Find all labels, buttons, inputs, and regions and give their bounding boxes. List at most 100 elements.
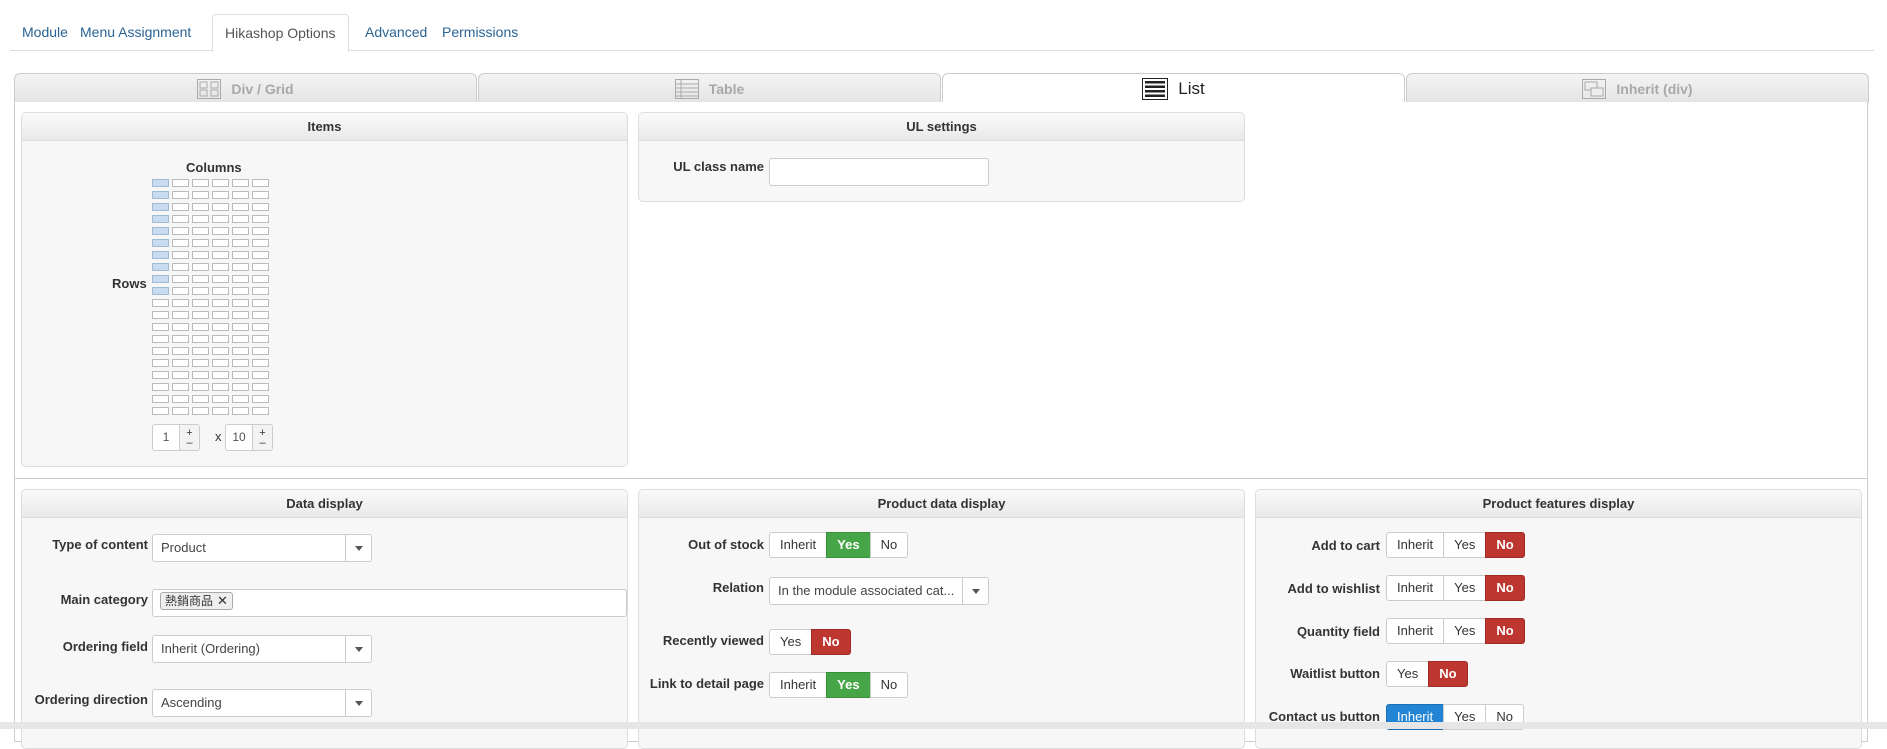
grid-cell[interactable] [172, 227, 189, 235]
grid-cell[interactable] [192, 347, 209, 355]
grid-cell[interactable] [192, 335, 209, 343]
grid-cell[interactable] [152, 287, 169, 295]
grid-cell[interactable] [232, 383, 249, 391]
chevron-down-icon[interactable] [962, 578, 988, 604]
grid-cell[interactable] [232, 299, 249, 307]
grid-cell[interactable] [252, 215, 269, 223]
grid-cell[interactable] [252, 347, 269, 355]
grid-cell[interactable] [212, 395, 229, 403]
grid-cell[interactable] [172, 299, 189, 307]
tab-hikashop-options[interactable]: Hikashop Options [212, 14, 349, 52]
grid-cell[interactable] [252, 275, 269, 283]
grid-cell[interactable] [252, 227, 269, 235]
grid-cell[interactable] [172, 215, 189, 223]
layout-tab-inherit-div[interactable]: Inherit (div) [1406, 73, 1869, 103]
ordering-field-select[interactable]: Inherit (Ordering) [152, 635, 372, 663]
grid-cell[interactable] [212, 359, 229, 367]
grid-cell[interactable] [192, 239, 209, 247]
grid-cell[interactable] [152, 263, 169, 271]
minus-icon[interactable]: – [259, 437, 265, 448]
grid-cell[interactable] [152, 347, 169, 355]
grid-cell[interactable] [232, 251, 249, 259]
grid-cell[interactable] [252, 323, 269, 331]
link-detail-inherit[interactable]: Inherit [769, 672, 828, 698]
grid-cell[interactable] [252, 335, 269, 343]
grid-cell[interactable] [212, 275, 229, 283]
add-to-cart-inherit[interactable]: Inherit [1386, 532, 1445, 558]
grid-cell[interactable] [192, 251, 209, 259]
grid-cell[interactable] [152, 251, 169, 259]
quantity-field-yes[interactable]: Yes [1443, 618, 1487, 644]
ul-class-input[interactable] [769, 158, 989, 186]
grid-cell[interactable] [212, 215, 229, 223]
grid-cell[interactable] [212, 227, 229, 235]
recently-viewed-no[interactable]: No [811, 629, 851, 655]
grid-cell[interactable] [192, 263, 209, 271]
grid-cell[interactable] [212, 383, 229, 391]
grid-cell[interactable] [152, 395, 169, 403]
grid-cell[interactable] [212, 251, 229, 259]
grid-cell[interactable] [172, 275, 189, 283]
layout-tab-list[interactable]: List [942, 73, 1405, 104]
grid-cell[interactable] [192, 203, 209, 211]
grid-cell[interactable] [252, 203, 269, 211]
grid-cell[interactable] [212, 203, 229, 211]
add-to-cart-yes[interactable]: Yes [1443, 532, 1487, 558]
link-detail-yes[interactable]: Yes [826, 672, 871, 698]
plus-icon[interactable]: + [186, 427, 192, 438]
grid-cell[interactable] [252, 299, 269, 307]
columns-plus-minus[interactable]: + – [179, 425, 199, 450]
grid-cell[interactable] [232, 287, 249, 295]
grid-cell[interactable] [212, 311, 229, 319]
grid-cell[interactable] [152, 227, 169, 235]
grid-cell[interactable] [152, 335, 169, 343]
grid-cell[interactable] [232, 227, 249, 235]
minus-icon[interactable]: – [186, 437, 192, 448]
grid-cell[interactable] [232, 323, 249, 331]
grid-cell[interactable] [232, 203, 249, 211]
grid-cell[interactable] [252, 263, 269, 271]
grid-cell[interactable] [172, 179, 189, 187]
add-to-cart-no[interactable]: No [1485, 532, 1525, 558]
grid-cell[interactable] [252, 287, 269, 295]
out-of-stock-yes[interactable]: Yes [826, 532, 871, 558]
grid-cell[interactable] [192, 191, 209, 199]
grid-cell[interactable] [172, 407, 189, 415]
ordering-direction-select[interactable]: Ascending [152, 689, 372, 717]
grid-cell[interactable] [192, 323, 209, 331]
add-to-wishlist-yes[interactable]: Yes [1443, 575, 1487, 601]
tab-permissions[interactable]: Permissions [430, 14, 530, 51]
chevron-down-icon[interactable] [345, 636, 371, 662]
grid-cell[interactable] [232, 335, 249, 343]
grid-cell[interactable] [172, 239, 189, 247]
grid-cell[interactable] [232, 407, 249, 415]
grid-cell[interactable] [152, 191, 169, 199]
grid-cell[interactable] [212, 371, 229, 379]
grid-cell[interactable] [172, 383, 189, 391]
close-icon[interactable]: ✕ [217, 593, 228, 609]
grid-cell[interactable] [172, 395, 189, 403]
grid-cell[interactable] [192, 371, 209, 379]
grid-cell[interactable] [192, 215, 209, 223]
grid-cell[interactable] [172, 203, 189, 211]
grid-cell[interactable] [152, 407, 169, 415]
grid-cell[interactable] [152, 179, 169, 187]
grid-cell[interactable] [232, 311, 249, 319]
link-detail-no[interactable]: No [869, 672, 909, 698]
grid-cell[interactable] [232, 239, 249, 247]
grid-cell[interactable] [192, 407, 209, 415]
grid-cell[interactable] [152, 299, 169, 307]
grid-cell[interactable] [152, 383, 169, 391]
tab-menu-assignment[interactable]: Menu Assignment [68, 14, 203, 51]
grid-cell[interactable] [232, 371, 249, 379]
grid-cell[interactable] [252, 179, 269, 187]
grid-cell[interactable] [212, 299, 229, 307]
waitlist-button-no[interactable]: No [1428, 661, 1468, 687]
grid-cell[interactable] [232, 215, 249, 223]
chevron-down-icon[interactable] [345, 535, 371, 561]
grid-cell[interactable] [212, 287, 229, 295]
grid-cell[interactable] [172, 263, 189, 271]
grid-cell[interactable] [172, 359, 189, 367]
grid-cell[interactable] [172, 191, 189, 199]
grid-cell[interactable] [152, 203, 169, 211]
